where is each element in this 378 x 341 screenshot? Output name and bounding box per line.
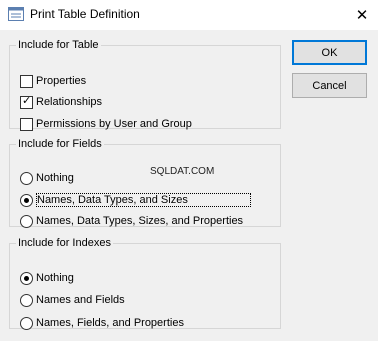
table-definition-icon [8,7,24,21]
indexes-names-fields-radio[interactable]: Names and Fields [20,292,125,308]
include-for-indexes-group: Include for Indexes Nothing Names and Fi… [9,237,281,331]
radio-label: Nothing [36,172,74,184]
include-for-fields-legend: Include for Fields [18,138,102,150]
watermark-text: SQLDAT.COM [150,166,215,177]
cancel-button-label: Cancel [312,79,347,92]
indexes-nothing-radio[interactable]: Nothing [20,270,74,286]
cancel-button[interactable]: Cancel [292,73,367,98]
close-icon: ✕ [355,7,369,24]
permissions-checkbox[interactable]: Permissions by User and Group [20,116,192,132]
fields-nothing-radio[interactable]: Nothing [20,170,74,186]
radio-label: Names, Data Types, Sizes, and Properties [36,215,244,227]
radio-selected-dot [24,275,29,281]
radio-button[interactable] [20,193,33,207]
include-for-fields-group: Include for Fields Nothing Names, Data T… [9,138,281,229]
window-title: Print Table Definition [30,7,140,21]
radio-button[interactable] [20,171,33,185]
radio-label: Names, Fields, and Properties [36,317,184,329]
checkbox-label: Properties [36,75,87,87]
checkbox-box[interactable] [20,74,33,88]
radio-selected-dot [24,197,29,203]
include-for-indexes-legend: Include for Indexes [18,237,111,249]
close-button[interactable]: ✕ [346,0,378,30]
include-for-table-legend: Include for Table [18,39,99,51]
ok-button[interactable]: OK [292,40,367,65]
radio-button[interactable] [20,271,33,285]
ok-button-label: OK [321,46,338,59]
radio-label: Names and Fields [36,294,125,306]
radio-label: Nothing [36,272,74,284]
radio-button[interactable] [20,214,33,228]
checkbox-box[interactable] [20,117,33,131]
checkbox-label: Relationships [36,96,103,108]
indexes-names-fields-properties-radio[interactable]: Names, Fields, and Properties [20,315,184,331]
radio-button[interactable] [20,316,33,330]
relationships-checkbox[interactable]: ✓ Relationships [20,94,102,110]
fields-names-types-sizes-properties-radio[interactable]: Names, Data Types, Sizes, and Properties [20,213,243,229]
fields-names-types-sizes-radio[interactable]: Names, Data Types, and Sizes [20,192,251,208]
title-bar: Print Table Definition ✕ [0,0,378,30]
include-for-table-group: Include for Table Properties ✓ Relations… [9,39,281,132]
properties-checkbox[interactable]: Properties [20,73,86,89]
check-icon: ✓ [22,94,32,107]
checkbox-box[interactable]: ✓ [20,94,33,109]
checkbox-label: Permissions by User and Group [36,118,192,130]
radio-label: Names, Data Types, and Sizes [36,193,251,207]
radio-button[interactable] [20,293,33,307]
